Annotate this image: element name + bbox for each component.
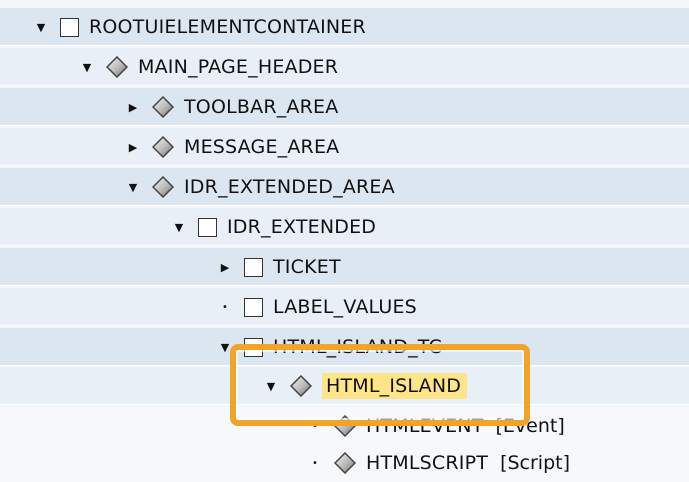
tree-row[interactable]: ▶ TOOLBAR_AREA [0, 88, 689, 126]
tree-node-label[interactable]: LABEL_VALUES [273, 296, 417, 318]
tree-node-label[interactable]: MESSAGE_AREA [184, 136, 339, 158]
leaf-bullet-icon: • [312, 420, 318, 432]
tree-node-label[interactable]: MAIN_PAGE_HEADER [138, 56, 338, 78]
expanded-arrow-icon[interactable]: ▼ [80, 60, 94, 74]
collapsed-arrow-icon[interactable]: ▶ [126, 100, 140, 114]
tree-row[interactable]: ▼ ROOTUIELEMENTCONTAINER [0, 8, 689, 46]
diamond-icon [152, 96, 174, 118]
tree-row[interactable]: • HTMLSCRIPT [Script] [0, 444, 689, 482]
tree-row[interactable]: ▼ MAIN_PAGE_HEADER [0, 48, 689, 86]
tree-row[interactable]: • HTMLEVENT [Event] [0, 407, 689, 445]
expanded-arrow-icon[interactable]: ▼ [34, 20, 48, 34]
tree-node-label[interactable]: TICKET [273, 256, 341, 278]
diamond-icon [334, 415, 356, 437]
diamond-icon [152, 136, 174, 158]
leaf-bullet-icon: • [222, 301, 228, 313]
node-type-suffix: [Script] [500, 452, 571, 474]
diamond-icon [290, 375, 312, 397]
tree-node-label[interactable]: HTMLEVENT [366, 415, 484, 437]
expanded-arrow-icon[interactable]: ▼ [172, 220, 186, 234]
tree-node-label[interactable]: HTML_ISLAND_TC [273, 336, 442, 358]
tree-view: ▼ ROOTUIELEMENTCONTAINER ▼ MAIN_PAGE_HEA… [0, 0, 689, 482]
tree-node-label[interactable]: IDR_EXTENDED_AREA [184, 176, 395, 198]
tree-node-label[interactable]: ROOTUIELEMENTCONTAINER [89, 16, 366, 38]
box-icon [244, 337, 263, 357]
tree-row[interactable]: ▼ IDR_EXTENDED_AREA [0, 168, 689, 206]
tree-row[interactable]: ▼ IDR_EXTENDED [0, 208, 689, 246]
node-type-suffix: [Event] [495, 415, 565, 437]
diamond-icon [152, 176, 174, 198]
collapsed-arrow-icon[interactable]: ▶ [126, 140, 140, 154]
expanded-arrow-icon[interactable]: ▼ [218, 340, 232, 354]
tree-row[interactable]: • LABEL_VALUES [0, 288, 689, 326]
tree-node-label[interactable]: TOOLBAR_AREA [184, 96, 338, 118]
tree-row[interactable]: ▶ MESSAGE_AREA [0, 128, 689, 166]
tree-row[interactable]: ▶ TICKET [0, 248, 689, 286]
tree-node-label[interactable]: IDR_EXTENDED [227, 216, 376, 238]
leaf-bullet-icon: • [312, 457, 318, 469]
tree-node-label[interactable]: HTMLSCRIPT [366, 452, 488, 474]
diamond-icon [334, 452, 356, 474]
tree-row[interactable]: ▼ HTML_ISLAND_TC [0, 328, 689, 366]
box-icon [198, 217, 217, 237]
collapsed-arrow-icon[interactable]: ▶ [218, 260, 232, 274]
box-icon [244, 257, 263, 277]
tree-row-selected[interactable]: ▼ HTML_ISLAND [0, 367, 689, 405]
box-icon [244, 297, 263, 317]
box-icon [60, 17, 79, 37]
tree-node-label[interactable]: HTML_ISLAND [322, 373, 468, 399]
expanded-arrow-icon[interactable]: ▼ [264, 379, 278, 393]
expanded-arrow-icon[interactable]: ▼ [126, 180, 140, 194]
diamond-icon [106, 56, 128, 78]
